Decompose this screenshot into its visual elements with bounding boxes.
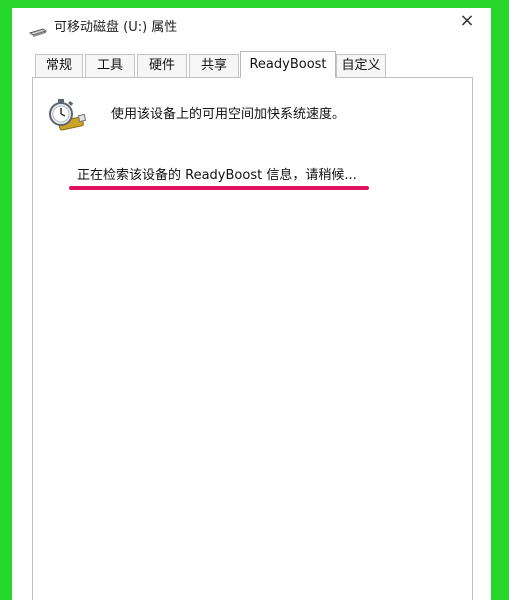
- tab-tools[interactable]: 工具: [85, 54, 135, 77]
- removable-drive-icon: [28, 22, 48, 41]
- window-title: 可移动磁盘 (U:) 属性: [54, 20, 178, 35]
- tab-general[interactable]: 常规: [35, 54, 83, 77]
- readyboost-description: 使用该设备上的可用空间加快系统速度。: [111, 107, 346, 122]
- readyboost-stopwatch-icon: [45, 97, 87, 141]
- tab-hardware[interactable]: 硬件: [137, 54, 187, 77]
- tab-customize[interactable]: 自定义: [336, 54, 386, 77]
- readyboost-status-text: 正在检索该设备的 ReadyBoost 信息，请稍候...: [77, 168, 357, 183]
- title-bar: 可移动磁盘 (U:) 属性 ×: [16, 10, 487, 40]
- readyboost-panel: 使用该设备上的可用空间加快系统速度。 正在检索该设备的 ReadyBoost 信…: [32, 77, 473, 600]
- tab-readyboost[interactable]: ReadyBoost: [240, 51, 336, 78]
- tab-sharing[interactable]: 共享: [189, 54, 239, 77]
- close-button[interactable]: ×: [453, 10, 481, 32]
- annotation-underline: [69, 186, 369, 190]
- properties-window: 可移动磁盘 (U:) 属性 × 常规 工具 硬件 共享 ReadyBoost 自…: [16, 10, 487, 600]
